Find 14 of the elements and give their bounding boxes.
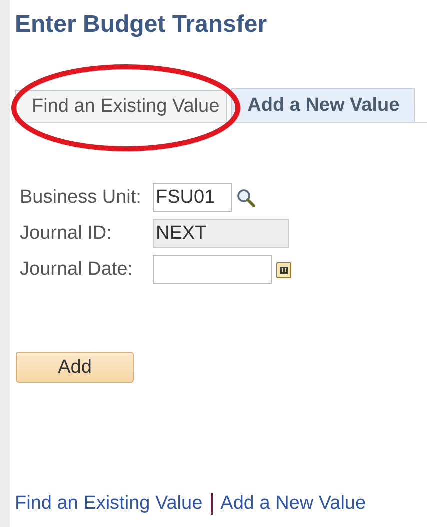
tab[interactable]: Add a New Value xyxy=(230,88,415,122)
field-label: Business Unit: xyxy=(20,186,142,208)
input-field[interactable] xyxy=(153,255,272,284)
footer-link[interactable]: Add a New Value xyxy=(220,493,366,515)
field-label: Journal Date: xyxy=(20,258,134,280)
search-icon[interactable] xyxy=(236,188,256,208)
page-title: Enter Budget Transfer xyxy=(15,10,268,40)
footer-link[interactable]: Find an Existing Value xyxy=(15,493,203,515)
tab[interactable]: Find an Existing Value xyxy=(15,90,227,122)
link-separator xyxy=(210,493,213,515)
field-label: Journal ID: xyxy=(20,222,113,244)
calendar-icon[interactable] xyxy=(276,260,292,278)
add-button[interactable]: Add xyxy=(16,352,134,383)
input-field[interactable]: FSU01 xyxy=(153,183,232,212)
